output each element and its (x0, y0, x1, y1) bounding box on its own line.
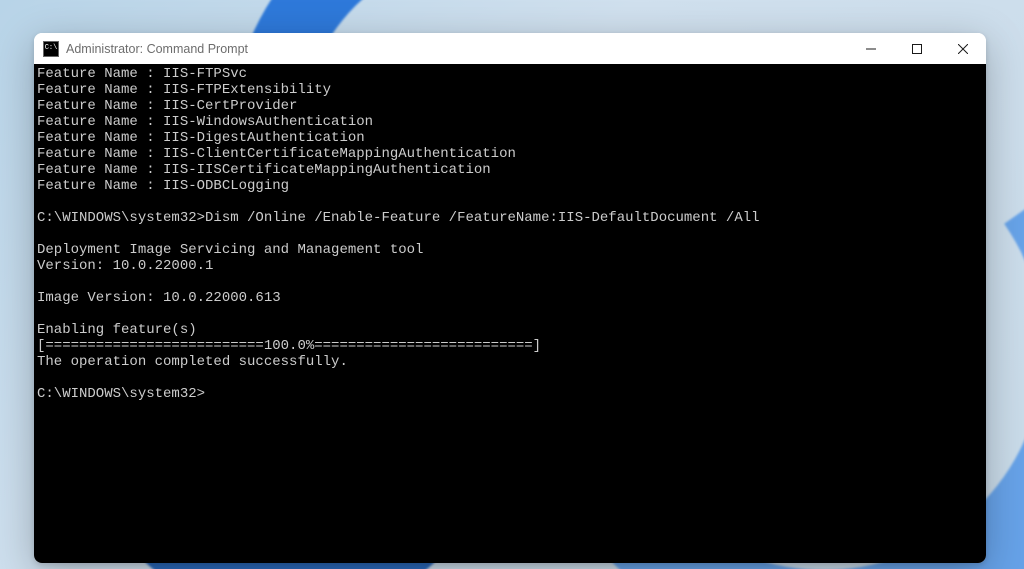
terminal-line: [==========================100.0%=======… (37, 338, 983, 354)
terminal-line: Enabling feature(s) (37, 322, 983, 338)
window-title: Administrator: Command Prompt (66, 42, 248, 56)
minimize-icon (866, 44, 876, 54)
cmd-icon: C:\ (43, 41, 59, 57)
close-button[interactable] (940, 33, 986, 64)
terminal-line: Feature Name : IIS-ODBCLogging (37, 178, 983, 194)
terminal-output[interactable]: Feature Name : IIS-FTPSvcFeature Name : … (34, 64, 986, 563)
terminal-line: Feature Name : IIS-WindowsAuthentication (37, 114, 983, 130)
close-icon (958, 44, 968, 54)
terminal-line (37, 306, 983, 322)
terminal-line: Feature Name : IIS-FTPSvc (37, 66, 983, 82)
terminal-line: Feature Name : IIS-FTPExtensibility (37, 82, 983, 98)
terminal-line (37, 194, 983, 210)
terminal-line: Feature Name : IIS-DigestAuthentication (37, 130, 983, 146)
terminal-line (37, 226, 983, 242)
command-prompt-window: C:\ Administrator: Command Prompt Featur… (34, 33, 986, 563)
window-controls (848, 33, 986, 64)
terminal-line: Feature Name : IIS-CertProvider (37, 98, 983, 114)
terminal-line: Feature Name : IIS-ClientCertificateMapp… (37, 146, 983, 162)
terminal-line: C:\WINDOWS\system32> (37, 386, 983, 402)
maximize-button[interactable] (894, 33, 940, 64)
titlebar[interactable]: C:\ Administrator: Command Prompt (34, 33, 986, 64)
minimize-button[interactable] (848, 33, 894, 64)
terminal-line (37, 274, 983, 290)
terminal-line: Version: 10.0.22000.1 (37, 258, 983, 274)
terminal-line: Feature Name : IIS-IISCertificateMapping… (37, 162, 983, 178)
maximize-icon (912, 44, 922, 54)
terminal-line: Image Version: 10.0.22000.613 (37, 290, 983, 306)
terminal-line (37, 370, 983, 386)
terminal-line: Deployment Image Servicing and Managemen… (37, 242, 983, 258)
terminal-line: The operation completed successfully. (37, 354, 983, 370)
terminal-line: C:\WINDOWS\system32>Dism /Online /Enable… (37, 210, 983, 226)
